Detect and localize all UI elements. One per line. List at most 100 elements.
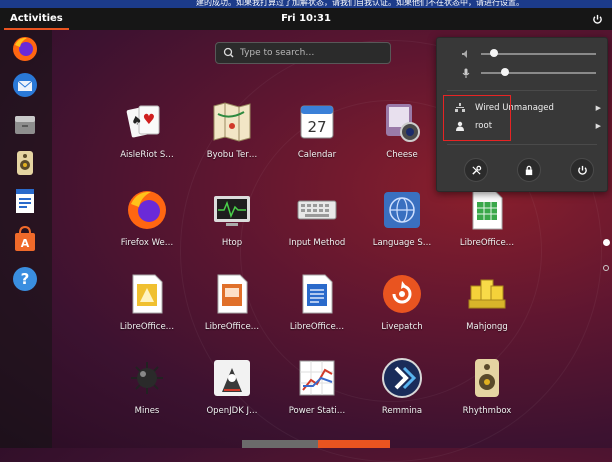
app-label: Mahjongg	[466, 322, 508, 332]
dock-item-rhythmbox[interactable]	[10, 148, 40, 178]
app-label: Input Method	[288, 238, 346, 248]
power-off-button[interactable]	[570, 158, 594, 182]
speaker-volume-icon	[462, 50, 467, 58]
mahjongg-icon	[468, 279, 506, 309]
dock: A ?	[0, 30, 52, 448]
firefox-icon	[13, 37, 37, 61]
mail-icon	[13, 73, 37, 97]
highlight-box	[443, 95, 511, 141]
app-label: LibreOffice…	[119, 322, 175, 332]
app-label: Cheese	[386, 150, 418, 160]
firefox-icon	[128, 191, 166, 229]
app-language-support[interactable]: Language S…	[360, 188, 444, 248]
page-indicator[interactable]	[603, 265, 609, 271]
mic-slider[interactable]	[461, 67, 596, 79]
menu-divider	[447, 90, 597, 91]
power-icon	[577, 165, 587, 175]
app-libreoffice-draw[interactable]: LibreOffice…	[105, 272, 189, 332]
document-icon	[16, 189, 34, 213]
submenu-arrow-icon: ▶	[595, 104, 601, 112]
system-menu-button[interactable]	[588, 8, 606, 30]
app-label: Calendar	[297, 150, 337, 160]
calendar-day: 27	[307, 118, 326, 136]
draw-icon	[132, 274, 163, 314]
app-label: AisleRiot S…	[120, 150, 174, 160]
dock-item-help[interactable]: ?	[10, 264, 40, 294]
app-power-statistics[interactable]: Power Stati…	[275, 356, 359, 416]
dock-item-software[interactable]: A	[10, 224, 40, 254]
all-tab[interactable]	[318, 440, 390, 448]
app-rhythmbox[interactable]: Rhythmbox	[445, 356, 529, 416]
camera-icon	[386, 104, 420, 142]
app-libreoffice-writer[interactable]: LibreOffice…	[275, 272, 359, 332]
app-cheese[interactable]: Cheese	[360, 100, 444, 160]
app-mahjongg[interactable]: Mahjongg	[445, 272, 529, 332]
activities-button[interactable]: Activities	[4, 8, 69, 30]
mic-track	[481, 72, 596, 74]
app-openjdk[interactable]: OpenJDK J…	[190, 356, 274, 416]
app-label: Firefox We…	[120, 238, 174, 248]
dock-item-files[interactable]	[10, 110, 40, 140]
app-label: OpenJDK J…	[206, 406, 258, 416]
app-aisleriot[interactable]: ♥ ♠ AisleRiot S…	[105, 100, 189, 160]
app-remmina[interactable]: Remmina	[360, 356, 444, 416]
app-htop[interactable]: Htop	[190, 188, 274, 248]
monitor-icon	[214, 196, 250, 226]
presentation-icon	[217, 274, 248, 314]
mine-icon	[131, 362, 163, 394]
app-byobu[interactable]: Byobu Ter…	[190, 100, 274, 160]
app-mines[interactable]: Mines	[105, 356, 189, 416]
cards-icon: ♥♠	[126, 105, 160, 138]
writer-icon	[302, 274, 333, 314]
top-bar: Activities Fri 10:31	[0, 8, 612, 30]
app-firefox[interactable]: Firefox We…	[105, 188, 189, 248]
app-label: Power Stati…	[288, 406, 346, 416]
store-icon: A	[15, 225, 35, 251]
globe-icon	[384, 192, 420, 228]
app-label: Language S…	[372, 238, 432, 248]
app-label: Rhythmbox	[462, 406, 512, 416]
app-livepatch[interactable]: Livepatch	[360, 272, 444, 332]
volume-knob[interactable]	[490, 49, 498, 57]
dock-item-thunderbird[interactable]	[10, 70, 40, 100]
spreadsheet-icon	[472, 190, 503, 230]
livepatch-icon	[383, 275, 421, 313]
lock-button[interactable]	[517, 158, 541, 182]
notification-banner: 建的成功。如果我打算过了加解状态，请我们自我认证。如果他们不在状态中，请进行设置…	[0, 0, 612, 8]
app-input-method[interactable]: Input Method	[275, 188, 359, 248]
app-label: LibreOffice…	[204, 322, 260, 332]
svg-text:♥: ♥	[143, 112, 156, 128]
power-icon	[592, 14, 602, 24]
frequent-tab[interactable]	[242, 440, 318, 448]
search-box[interactable]	[215, 42, 391, 64]
app-calendar[interactable]: 27 Calendar	[275, 100, 359, 160]
mic-knob[interactable]	[501, 68, 509, 76]
remmina-icon	[382, 358, 422, 398]
dock-item-writer[interactable]	[10, 186, 40, 216]
app-label: Mines	[134, 406, 160, 416]
speaker-icon	[17, 151, 33, 175]
settings-button[interactable]	[464, 158, 488, 182]
java-icon	[214, 360, 250, 396]
app-label: Byobu Ter…	[206, 150, 258, 160]
app-label: Livepatch	[381, 322, 423, 332]
map-icon	[213, 102, 251, 142]
svg-text:?: ?	[21, 270, 30, 288]
svg-text:A: A	[21, 237, 30, 250]
app-libreoffice-calc[interactable]: LibreOffice…	[445, 188, 529, 248]
help-icon: ?	[13, 267, 37, 291]
app-libreoffice-impress[interactable]: LibreOffice…	[190, 272, 274, 332]
app-label: LibreOffice…	[459, 238, 515, 248]
calendar-icon: 27	[300, 105, 334, 139]
page-indicator-active[interactable]	[603, 239, 610, 246]
volume-slider[interactable]	[461, 48, 596, 60]
banner-text: 建的成功。如果我打算过了加解状态，请我们自我认证。如果他们不在状态中，请进行设置…	[196, 0, 524, 7]
files-icon	[15, 116, 35, 134]
speaker-icon	[475, 359, 499, 397]
app-label: LibreOffice…	[289, 322, 345, 332]
clock[interactable]: Fri 10:31	[281, 8, 331, 30]
dock-item-firefox[interactable]	[10, 34, 40, 64]
keyboard-icon	[297, 200, 337, 220]
search-input[interactable]	[236, 48, 380, 58]
submenu-arrow-icon: ▶	[595, 122, 601, 130]
